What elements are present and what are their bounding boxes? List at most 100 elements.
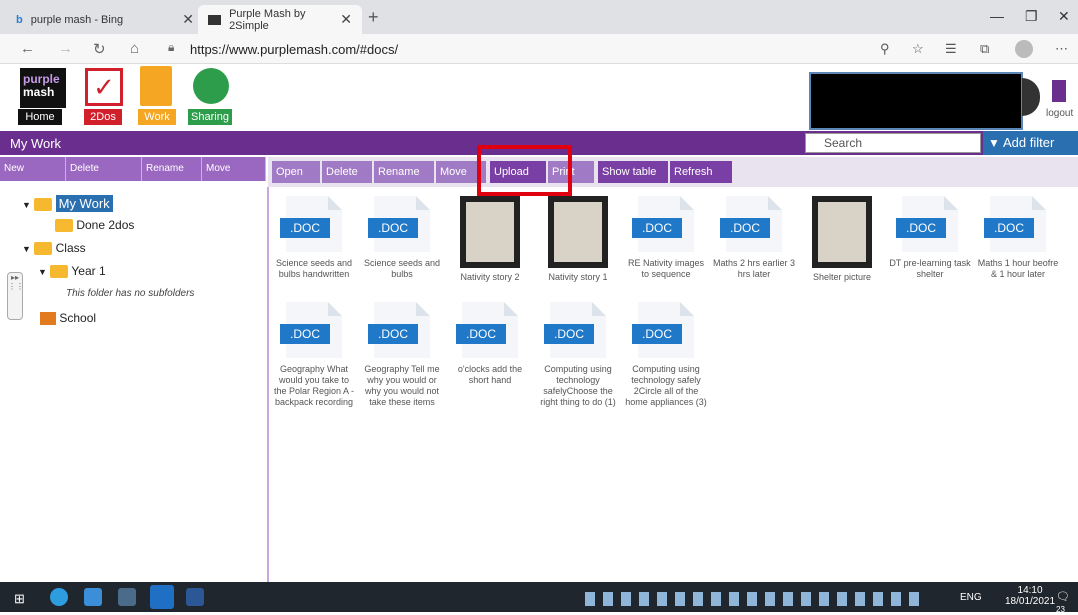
close-window-icon[interactable]: ✕ <box>1058 8 1070 25</box>
notification-icon[interactable]: 🗨︎23 <box>1056 590 1078 615</box>
file-item[interactable]: .DOC o'clocks add the short hand <box>448 302 532 386</box>
side-handle[interactable]: ▸▸ ⋮⋮ <box>7 272 24 320</box>
doc-file-icon: .DOC <box>984 196 1046 252</box>
app-sharing[interactable]: Sharing <box>188 109 232 125</box>
doc-badge: .DOC <box>720 218 770 238</box>
store-icon[interactable] <box>118 588 136 606</box>
favorite-star-icon[interactable]: ☆ <box>912 41 924 57</box>
move-folder-button[interactable]: Move <box>202 157 266 181</box>
file-item[interactable]: .DOC Geography Tell me why you would or w… <box>360 302 444 408</box>
doc-badge: .DOC <box>368 324 418 344</box>
tree-item-my-work[interactable]: ▼ My Work <box>22 195 113 212</box>
file-name: Science seeds and bulbs <box>363 258 441 279</box>
close-tab-icon[interactable]: ✕ <box>182 11 194 28</box>
pane-divider[interactable] <box>267 187 269 582</box>
work-folder-icon[interactable] <box>140 66 172 106</box>
tree-label: My Work <box>55 195 113 212</box>
tab-title: purple mash - Bing <box>30 13 124 26</box>
home-icon[interactable]: ⌂ <box>130 40 139 57</box>
tree-label: Year 1 <box>71 264 106 278</box>
file-item[interactable]: .DOC Geography What would you take to the… <box>272 302 356 408</box>
expand-arrow-icon[interactable]: ▼ <box>22 244 31 254</box>
file-name: Computing using technology safelyChoose … <box>540 364 616 407</box>
file-item[interactable]: Nativity story 2 <box>448 196 532 283</box>
file-name: Computing using technology safely 2Circl… <box>625 364 707 407</box>
file-name: RE Nativity images to sequence <box>627 258 705 279</box>
expand-arrow-icon[interactable]: ▼ <box>22 200 31 210</box>
file-item[interactable]: .DOC Science seeds and bulbs <box>360 196 444 280</box>
url-field[interactable]: https://www.purplemash.com/#docs/ <box>190 42 398 57</box>
more-menu-icon[interactable]: ⋯ <box>1055 41 1068 57</box>
open-button[interactable]: Open <box>272 161 320 183</box>
page-corner <box>680 196 694 210</box>
tab-bing[interactable]: b purple mash - Bing ✕ <box>6 5 204 34</box>
edge-icon[interactable] <box>50 588 68 606</box>
file-item[interactable]: .DOC Maths 1 hour beofre & 1 hour later <box>976 196 1060 280</box>
add-filter-label: Add filter <box>1003 135 1055 150</box>
outlook-icon[interactable] <box>150 585 174 609</box>
app-work[interactable]: Work <box>138 109 176 125</box>
doc-file-icon: .DOC <box>456 302 518 358</box>
file-name: o'clocks add the short hand <box>457 364 523 385</box>
file-item[interactable]: .DOC RE Nativity images to sequence <box>624 196 708 280</box>
file-name: Maths 2 hrs earlier 3 hrs later <box>712 258 796 279</box>
favorites-icon[interactable]: ☰ <box>945 41 957 57</box>
button-label: Delete <box>70 163 99 174</box>
tree-item-done-2dos[interactable]: Done 2dos <box>55 218 134 233</box>
refresh-button[interactable]: Refresh <box>670 161 732 183</box>
globe-icon[interactable] <box>193 68 229 104</box>
purplemash-tab-icon <box>208 14 222 25</box>
tree-item-year1[interactable]: ▼ Year 1 <box>38 264 106 279</box>
expand-arrow-icon[interactable]: ▼ <box>38 267 47 277</box>
purplemash-logo[interactable]: purple mash <box>20 68 66 108</box>
tree-item-school[interactable]: School <box>40 311 96 326</box>
file-item[interactable]: Shelter picture <box>800 196 884 283</box>
explorer-icon[interactable] <box>84 588 102 606</box>
new-tab-icon[interactable]: + <box>368 7 379 28</box>
page-corner <box>944 196 958 210</box>
refresh-icon[interactable]: ↻ <box>93 40 106 58</box>
app-home[interactable]: Home <box>18 109 62 125</box>
forward-icon[interactable]: → <box>58 40 73 57</box>
file-item[interactable]: .DOC Maths 2 hrs earlier 3 hrs later <box>712 196 796 280</box>
file-item[interactable]: .DOC Science seeds and bulbs handwritten <box>272 196 356 280</box>
new-folder-button[interactable]: New <box>0 157 66 181</box>
collections-icon[interactable]: ⧉ <box>980 41 989 57</box>
app-2dos[interactable]: 2Dos <box>84 109 122 125</box>
2dos-icon[interactable]: ✓ <box>85 68 123 106</box>
doc-badge: .DOC <box>280 324 330 344</box>
profile-avatar[interactable] <box>1015 40 1033 58</box>
word-icon[interactable] <box>186 588 204 606</box>
file-item[interactable]: .DOC Computing using technology safelyCho… <box>536 302 620 408</box>
file-name: Maths 1 hour beofre & 1 hour later <box>977 258 1059 279</box>
language-indicator[interactable]: ENG <box>960 592 982 603</box>
page-corner <box>328 196 342 210</box>
show-table-button[interactable]: Show table <box>598 161 668 183</box>
tab-purplemash[interactable]: Purple Mash by 2Simple ✕ <box>198 5 362 34</box>
zoom-icon[interactable]: ⚲ <box>880 41 890 57</box>
back-icon[interactable]: ← <box>20 40 35 57</box>
minimize-icon[interactable]: — <box>990 8 1004 24</box>
close-tab-icon[interactable]: ✕ <box>340 11 352 28</box>
maximize-icon[interactable]: ❐ <box>1025 8 1038 25</box>
tray-icons[interactable] <box>585 592 925 606</box>
notification-count: 23 <box>1056 605 1065 614</box>
search-input[interactable]: Search <box>805 133 981 153</box>
file-item[interactable]: .DOC DT pre-learning task shelter <box>888 196 972 280</box>
logout-icon[interactable] <box>1052 80 1066 102</box>
tab-title: Purple Mash by 2Simple <box>229 7 306 32</box>
page-corner <box>1032 196 1046 210</box>
clock[interactable]: 14:10 18/01/2021 <box>1005 585 1055 607</box>
file-item[interactable]: .DOC Computing using technology safely 2C… <box>624 302 708 408</box>
folder-icon <box>50 265 69 279</box>
delete-button[interactable]: Delete <box>322 161 372 183</box>
button-label: Move <box>440 166 467 178</box>
rename-folder-button[interactable]: Rename <box>142 157 202 181</box>
delete-folder-button[interactable]: Delete <box>66 157 142 181</box>
tree-item-class[interactable]: ▼ Class <box>22 241 86 256</box>
file-item[interactable]: Nativity story 1 <box>536 196 620 283</box>
rename-button[interactable]: Rename <box>374 161 434 183</box>
logout-link[interactable]: logout <box>1046 108 1073 119</box>
folder-icon <box>34 242 53 256</box>
windows-start-icon[interactable]: ⊞ <box>14 591 25 607</box>
